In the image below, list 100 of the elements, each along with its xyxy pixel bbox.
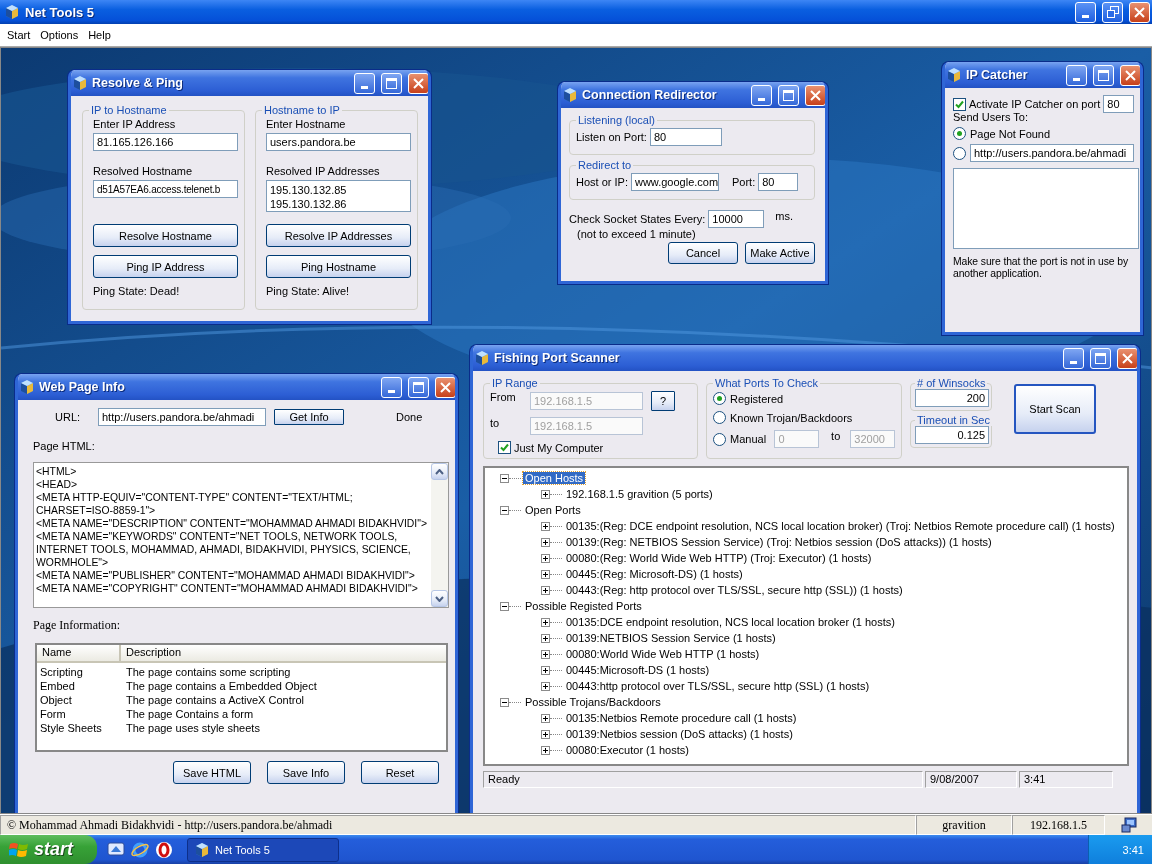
scroll-down-button[interactable] [431, 590, 448, 607]
column-header[interactable]: Name [37, 645, 121, 661]
expand-icon[interactable] [541, 537, 550, 547]
tree-item[interactable]: Open Ports [523, 504, 583, 516]
close-button[interactable] [1117, 347, 1137, 369]
expand-icon[interactable] [541, 585, 550, 595]
tree-item[interactable]: 00443:(Reg: http protocol over TLS/SSL, secure http (SSL)) (1 hosts) [564, 584, 905, 596]
tree-item[interactable]: Possible Trojans/Backdoors [523, 696, 663, 708]
action-button[interactable]: Make Active [745, 242, 815, 264]
column-header[interactable]: Description [121, 645, 446, 661]
minimize-button[interactable] [751, 84, 772, 106]
expand-icon[interactable] [541, 745, 550, 755]
port-field[interactable]: 80 [1103, 95, 1134, 113]
action-button[interactable]: Cancel [668, 242, 738, 264]
menu-item[interactable]: Options [35, 29, 84, 41]
expand-icon[interactable] [541, 649, 550, 659]
get-info-button[interactable]: Get Info [274, 409, 344, 425]
tree-item[interactable]: 00080:World Wide Web HTTP (1 hosts) [564, 648, 762, 660]
minimize-button[interactable] [1063, 347, 1084, 369]
help-button[interactable]: ? [651, 391, 675, 411]
action-button[interactable]: Resolve IP Addresses [266, 224, 411, 247]
tree-item[interactable]: 00135:DCE endpoint resolution, NCS local location broker (1 hosts) [564, 616, 897, 628]
scroll-bar[interactable] [431, 463, 448, 607]
interval-field[interactable]: 10000 [708, 210, 765, 228]
winsocks-field[interactable]: 200 [915, 389, 989, 407]
action-button[interactable]: Ping Hostname [266, 255, 411, 278]
cube-icon [72, 75, 88, 91]
minimize-button[interactable] [1075, 1, 1096, 23]
radio-button[interactable] [953, 127, 966, 140]
tree-item[interactable]: 00445:Microsoft-DS (1 hosts) [564, 664, 712, 676]
checkbox[interactable] [953, 97, 966, 111]
tree-item[interactable]: Possible Registed Ports [523, 600, 644, 612]
tree-item[interactable]: 00139:Netbios session (DoS attacks) (1 hosts) [564, 728, 795, 740]
maximize-button[interactable] [1093, 64, 1114, 86]
action-button[interactable]: Reset [361, 761, 439, 784]
browser-icon[interactable] [131, 840, 149, 859]
close-button[interactable] [1129, 1, 1150, 23]
host-field[interactable]: www.google.com [630, 173, 719, 191]
collapse-icon[interactable] [500, 697, 509, 707]
collapse-icon[interactable] [500, 601, 509, 611]
action-button[interactable]: Ping IP Address [93, 255, 238, 278]
expand-icon[interactable] [541, 489, 550, 499]
timeout-field[interactable]: 0.125 [915, 426, 989, 444]
minimize-button[interactable] [354, 72, 375, 94]
input-field[interactable]: users.pandora.be [266, 133, 411, 151]
maximize-button[interactable] [408, 376, 429, 398]
close-button[interactable] [435, 376, 455, 398]
port-field[interactable]: 80 [649, 128, 722, 146]
start-scan-button[interactable]: Start Scan [1014, 384, 1096, 434]
ring-icon[interactable] [155, 840, 173, 859]
tree-item[interactable]: 00080:Executor (1 hosts) [564, 744, 691, 756]
close-button[interactable] [805, 84, 825, 106]
expand-icon[interactable] [541, 569, 550, 579]
radio-button[interactable] [713, 432, 726, 446]
port-field[interactable]: 80 [758, 173, 799, 191]
minimize-button[interactable] [1066, 64, 1087, 86]
radio-button[interactable] [953, 146, 966, 160]
close-button[interactable] [1120, 64, 1140, 86]
tree-item[interactable]: 00139:NETBIOS Session Service (1 hosts) [564, 632, 778, 644]
tree-item[interactable]: 00443:http protocol over TLS/SSL, secure http (SSL) (1 hosts) [564, 680, 872, 692]
expand-icon[interactable] [541, 553, 550, 563]
tree-item[interactable]: 00135:(Reg: DCE endpoint resolution, NCS local location broker) (Troj: Netbios Remote procedure call) (1 hosts) [564, 520, 1117, 532]
tree-item[interactable]: Open Hosts [523, 472, 586, 484]
action-button[interactable]: Save HTML [173, 761, 251, 784]
expand-icon[interactable] [541, 633, 550, 643]
tree-item[interactable]: 00445:(Reg: Microsoft-DS) (1 hosts) [564, 568, 745, 580]
tree-item[interactable]: 00135:Netbios Remote procedure call (1 hosts) [564, 712, 799, 724]
text-area[interactable] [953, 168, 1139, 249]
maximize-button[interactable] [1090, 347, 1111, 369]
checkbox[interactable] [498, 441, 511, 454]
url-field[interactable]: http://users.pandora.be/ahmadi [98, 408, 266, 426]
expand-icon[interactable] [541, 617, 550, 627]
collapse-icon[interactable] [500, 505, 509, 515]
maximize-button[interactable] [778, 84, 799, 106]
input-field[interactable]: 81.165.126.166 [93, 133, 238, 151]
taskbar-button[interactable]: Net Tools 5 [187, 837, 339, 862]
date-text: 9/08/2007 [925, 771, 1017, 788]
tree-item[interactable]: 00139:(Reg: NETBIOS Session Service) (Troj: Netbios session (DoS attacks)) (1 hosts) [564, 536, 994, 548]
minimize-button[interactable] [381, 376, 402, 398]
scroll-up-button[interactable] [431, 463, 448, 480]
expand-icon[interactable] [541, 681, 550, 691]
menu-item[interactable]: Start [2, 29, 36, 41]
maximize-button[interactable] [381, 72, 402, 94]
radio-button[interactable] [713, 392, 726, 405]
menu-item[interactable]: Help [83, 29, 116, 41]
url-field[interactable]: http://users.pandora.be/ahmadi [970, 144, 1134, 162]
expand-icon[interactable] [541, 665, 550, 675]
expand-icon[interactable] [541, 521, 550, 531]
tree-item[interactable]: 00080:(Reg: World Wide Web HTTP) (Troj: Executor) (1 hosts) [564, 552, 874, 564]
expand-icon[interactable] [541, 729, 550, 739]
collapse-icon[interactable] [500, 473, 509, 483]
expand-icon[interactable] [541, 713, 550, 723]
radio-button[interactable] [713, 411, 726, 424]
tree-item[interactable]: 192.168.1.5 gravition (5 ports) [564, 488, 715, 500]
action-button[interactable]: Resolve Hostname [93, 224, 238, 247]
action-button[interactable]: Save Info [267, 761, 345, 784]
field-label: URL: [55, 411, 82, 423]
close-button[interactable] [408, 72, 428, 94]
restore-button[interactable] [1102, 1, 1123, 23]
desktop-icon[interactable] [107, 840, 125, 859]
